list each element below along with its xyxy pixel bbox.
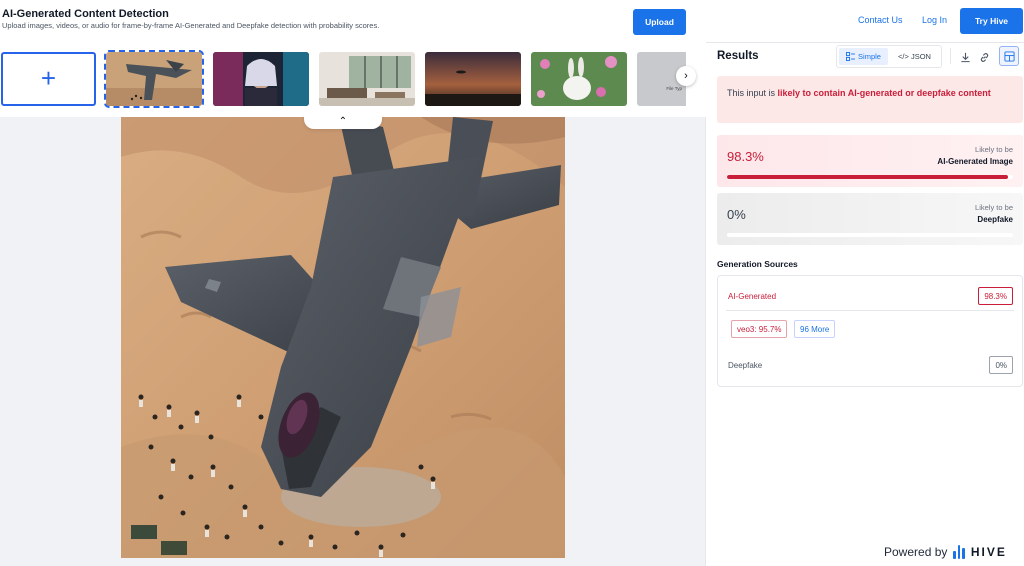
verdict-prefix: This input is xyxy=(727,88,778,98)
toggle-simple[interactable]: Simple xyxy=(839,48,888,65)
deepfake-source-label: Deepfake xyxy=(728,361,763,370)
add-media-button[interactable]: + xyxy=(1,52,96,106)
deepfake-score-label: Likely to be Deepfake xyxy=(975,202,1013,226)
deepfake-progress xyxy=(727,233,1013,237)
thumbnail-sunset[interactable] xyxy=(425,52,521,106)
thumbnail-neon-portrait[interactable] xyxy=(213,52,309,106)
layout-icon[interactable] xyxy=(999,46,1019,66)
powered-by[interactable]: Powered by HIVE xyxy=(884,545,1007,559)
toggle-json[interactable]: </> JSON xyxy=(890,48,939,65)
deepfake-score: 0% xyxy=(727,207,746,222)
score-caption: Likely to be xyxy=(975,203,1013,212)
ai-generated-score-card: 98.3% Likely to be AI-Generated Image xyxy=(717,135,1023,187)
ai-generated-progress-fill xyxy=(727,175,1009,179)
file-type-caption: File Typ xyxy=(666,86,682,91)
try-hive-button[interactable]: Try Hive xyxy=(960,8,1023,34)
page-title: AI-Generated Content Detection xyxy=(2,8,169,20)
results-title: Results xyxy=(717,50,759,62)
chevron-right-icon[interactable]: › xyxy=(676,66,696,86)
generation-sources-title: Generation Sources xyxy=(717,259,798,269)
image-preview xyxy=(121,117,565,558)
ai-generated-score: 98.3% xyxy=(727,149,764,164)
deepfake-badge: 0% xyxy=(989,356,1013,374)
upload-button[interactable]: Upload xyxy=(633,9,686,35)
score-caption: Likely to be xyxy=(975,145,1013,154)
ai-generated-score-label: Likely to be AI-Generated Image xyxy=(937,144,1013,168)
hive-logo-icon xyxy=(953,545,965,559)
score-category: AI-Generated Image xyxy=(937,157,1013,166)
verdict-banner: This input is likely to contain AI-gener… xyxy=(717,76,1023,123)
ai-generated-progress xyxy=(727,175,1013,179)
deepfake-score-card: 0% Likely to be Deepfake xyxy=(717,193,1023,245)
brand-name: HIVE xyxy=(970,545,1007,559)
thumbnail-interior[interactable] xyxy=(319,52,415,106)
score-category: Deepfake xyxy=(977,215,1013,224)
source-chip-veo3[interactable]: veo3: 95.7% xyxy=(731,320,788,338)
generation-divider xyxy=(726,310,1014,311)
view-toggle: Simple </> JSON xyxy=(836,45,942,68)
plus-icon: + xyxy=(40,63,57,93)
ai-generated-badge: 98.3% xyxy=(978,287,1013,305)
verdict-highlight: likely to contain AI-generated or deepfa… xyxy=(777,88,991,98)
toolbar-separator xyxy=(950,48,951,64)
chevron-up-icon[interactable]: ⌃ xyxy=(304,113,382,129)
powered-by-text: Powered by xyxy=(884,545,948,559)
download-icon[interactable] xyxy=(956,48,974,66)
toggle-simple-label: Simple xyxy=(858,52,881,61)
log-in-link[interactable]: Log In xyxy=(922,15,947,25)
toggle-json-label: </> JSON xyxy=(898,52,931,61)
header: AI-Generated Content Detection Upload im… xyxy=(0,0,706,117)
generation-sources-card: AI-Generated 98.3% veo3: 95.7% 96 More D… xyxy=(717,275,1023,387)
link-icon[interactable] xyxy=(975,48,993,66)
page-subtitle: Upload images, videos, or audio for fram… xyxy=(2,21,380,30)
thumbnail-jet[interactable] xyxy=(104,50,204,108)
more-sources-chip[interactable]: 96 More xyxy=(794,320,836,338)
ai-generated-source-label: AI-Generated xyxy=(728,292,777,301)
list-icon xyxy=(846,52,856,61)
upload-pane: AI-Generated Content Detection Upload im… xyxy=(0,0,706,566)
nav-divider xyxy=(706,42,1024,43)
thumbnail-rabbit[interactable] xyxy=(531,52,627,106)
contact-us-link[interactable]: Contact Us xyxy=(858,15,903,25)
